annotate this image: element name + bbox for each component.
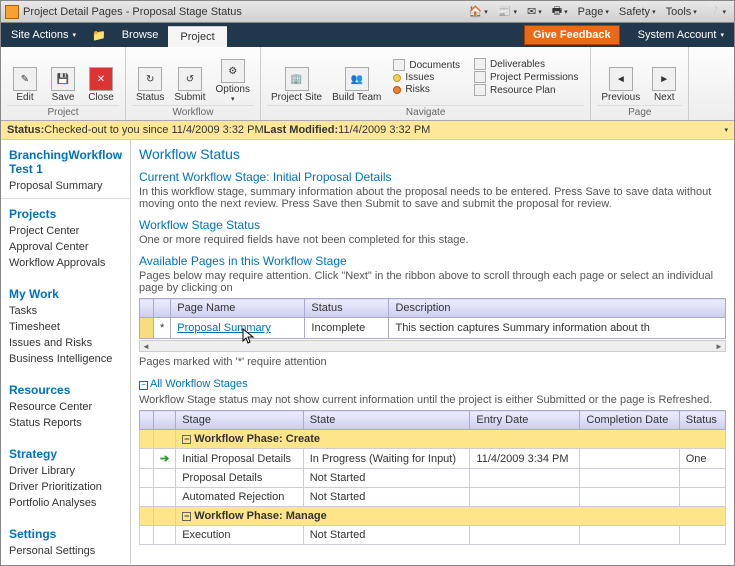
- sidebar-issues-and-risks[interactable]: Issues and Risks: [1, 335, 130, 351]
- sidebar-business-intelligence[interactable]: Business Intelligence: [1, 351, 130, 367]
- sidebar-tasks[interactable]: Tasks: [1, 303, 130, 319]
- project-title[interactable]: BranchingWorkflow Test 1: [1, 144, 130, 178]
- sidebar-project-center[interactable]: Project Center: [1, 223, 130, 239]
- home-icon[interactable]: 🏠▾: [465, 4, 492, 19]
- issues-link[interactable]: Issues: [391, 72, 462, 83]
- previous-button[interactable]: ◄Previous: [597, 49, 644, 105]
- build-team-button[interactable]: 👥Build Team: [328, 49, 385, 105]
- sidebar-driver-library[interactable]: Driver Library: [1, 463, 130, 479]
- sidebar-resources-header[interactable]: Resources: [1, 379, 130, 399]
- col-status2[interactable]: Status: [679, 411, 725, 430]
- sidebar-status-reports[interactable]: Status Reports: [1, 415, 130, 431]
- statusbar-chevron-icon[interactable]: ▾: [724, 126, 728, 134]
- resource-plan-link[interactable]: Resource Plan: [472, 84, 580, 96]
- help-icon[interactable]: ❔▾: [703, 4, 730, 19]
- phase-row-create[interactable]: − Workflow Phase: Create: [140, 430, 726, 449]
- ribbon-group-page: Page: [597, 105, 682, 118]
- col-entry-date[interactable]: Entry Date: [470, 411, 580, 430]
- available-pages-text: Pages below may require attention. Click…: [139, 270, 726, 294]
- close-button[interactable]: ✕Close: [83, 49, 119, 105]
- sidebar-proposal-summary[interactable]: Proposal Summary: [1, 178, 130, 194]
- safety-menu[interactable]: Safety▾: [615, 5, 660, 19]
- project-site-button[interactable]: 🏢Project Site: [267, 49, 326, 105]
- workflow-stages-table: Stage State Entry Date Completion Date S…: [139, 410, 726, 545]
- content-area: Workflow Status Current Workflow Stage: …: [131, 140, 734, 564]
- sidebar-projects-header[interactable]: Projects: [1, 203, 130, 223]
- ie-toolbar: 🏠▾ 📰▾ ✉▾ 🖶▾ Page▾ Safety▾ Tools▾ ❔▾: [465, 1, 730, 22]
- table-row[interactable]: Automated RejectionNot Started: [140, 488, 726, 507]
- edit-button[interactable]: ✎Edit: [7, 49, 43, 105]
- system-account-menu[interactable]: System Account▾: [628, 29, 734, 41]
- col-stage[interactable]: Stage: [176, 411, 303, 430]
- options-button[interactable]: ⚙Options▾: [211, 49, 253, 105]
- sidebar: BranchingWorkflow Test 1 Proposal Summar…: [1, 140, 131, 564]
- page-menu[interactable]: Page▾: [574, 5, 613, 19]
- col-status[interactable]: Status: [305, 299, 389, 318]
- save-button[interactable]: 💾Save: [45, 49, 81, 105]
- print-icon[interactable]: 🖶▾: [548, 1, 572, 22]
- sidebar-workflow-approvals[interactable]: Workflow Approvals: [1, 255, 130, 271]
- sidebar-timesheet[interactable]: Timesheet: [1, 319, 130, 335]
- ribbon-group-navigate: Navigate: [267, 105, 584, 118]
- tab-project[interactable]: Project: [168, 26, 226, 47]
- ribbon-group-project: Project: [7, 105, 119, 118]
- tools-menu[interactable]: Tools▾: [662, 5, 701, 19]
- sidebar-personal-settings[interactable]: Personal Settings: [1, 543, 130, 559]
- col-state[interactable]: State: [303, 411, 470, 430]
- col-description[interactable]: Description: [389, 299, 726, 318]
- current-stage-text: In this workflow stage, summary informat…: [139, 186, 726, 210]
- sharepoint-bar: Site Actions▾ 📁 Browse Project Give Feed…: [1, 23, 734, 47]
- deliverables-link[interactable]: Deliverables: [472, 58, 580, 70]
- sidebar-mywork-header[interactable]: My Work: [1, 283, 130, 303]
- project-permissions-link[interactable]: Project Permissions: [472, 71, 580, 83]
- site-actions-menu[interactable]: Site Actions▾: [1, 29, 86, 41]
- submit-button[interactable]: ↺Submit: [170, 49, 209, 105]
- table-row[interactable]: Proposal DetailsNot Started: [140, 469, 726, 488]
- mail-icon[interactable]: ✉▾: [523, 4, 546, 19]
- available-pages-heading: Available Pages in this Workflow Stage: [139, 254, 726, 268]
- window-title: Project Detail Pages - Proposal Stage St…: [23, 6, 242, 18]
- give-feedback-button[interactable]: Give Feedback: [524, 25, 620, 45]
- table-row[interactable]: * Proposal Summary Incomplete This secti…: [140, 318, 726, 339]
- sidebar-strategy-header[interactable]: Strategy: [1, 443, 130, 463]
- documents-link[interactable]: Documents: [391, 59, 462, 71]
- sidebar-approval-center[interactable]: Approval Center: [1, 239, 130, 255]
- current-stage-heading: Current Workflow Stage: Initial Proposal…: [139, 170, 726, 184]
- status-bar: Status: Checked-out to you since 11/4/20…: [1, 121, 734, 140]
- risks-link[interactable]: Risks: [391, 84, 462, 95]
- status-button[interactable]: ↻Status: [132, 49, 168, 105]
- tab-browse[interactable]: Browse: [112, 25, 169, 45]
- table-row[interactable]: ExecutionNot Started: [140, 526, 726, 545]
- sidebar-settings-header[interactable]: Settings: [1, 523, 130, 543]
- sidebar-resource-center[interactable]: Resource Center: [1, 399, 130, 415]
- horizontal-scrollbar[interactable]: ◄►: [139, 340, 726, 352]
- proposal-summary-link[interactable]: Proposal Summary: [177, 322, 271, 334]
- page-heading: Workflow Status: [139, 146, 726, 162]
- available-pages-table: Page Name Status Description * Proposal …: [139, 298, 726, 339]
- required-note: Pages marked with '*' require attention: [139, 356, 726, 368]
- stage-status-heading: Workflow Stage Status: [139, 218, 726, 232]
- table-row[interactable]: ➔Initial Proposal DetailsIn Progress (Wa…: [140, 449, 726, 469]
- col-completion-date[interactable]: Completion Date: [580, 411, 679, 430]
- window-titlebar: Project Detail Pages - Proposal Stage St…: [1, 1, 734, 23]
- sidebar-portfolio-analyses[interactable]: Portfolio Analyses: [1, 495, 130, 511]
- navigate-up-icon[interactable]: 📁: [86, 29, 112, 42]
- col-page-name[interactable]: Page Name: [171, 299, 305, 318]
- app-icon: [5, 5, 19, 19]
- all-workflow-stages-toggle[interactable]: −All Workflow Stages: [139, 378, 248, 390]
- ribbon: ✎Edit 💾Save ✕Close Project ↻Status ↺Subm…: [1, 47, 734, 121]
- next-button[interactable]: ►Next: [646, 49, 682, 105]
- stages-note: Workflow Stage status may not show curre…: [139, 394, 726, 406]
- phase-row-manage[interactable]: − Workflow Phase: Manage: [140, 507, 726, 526]
- feeds-icon[interactable]: 📰▾: [494, 4, 521, 19]
- ribbon-group-workflow: Workflow: [132, 105, 254, 118]
- sidebar-driver-prioritization[interactable]: Driver Prioritization: [1, 479, 130, 495]
- stage-status-text: One or more required fields have not bee…: [139, 234, 726, 246]
